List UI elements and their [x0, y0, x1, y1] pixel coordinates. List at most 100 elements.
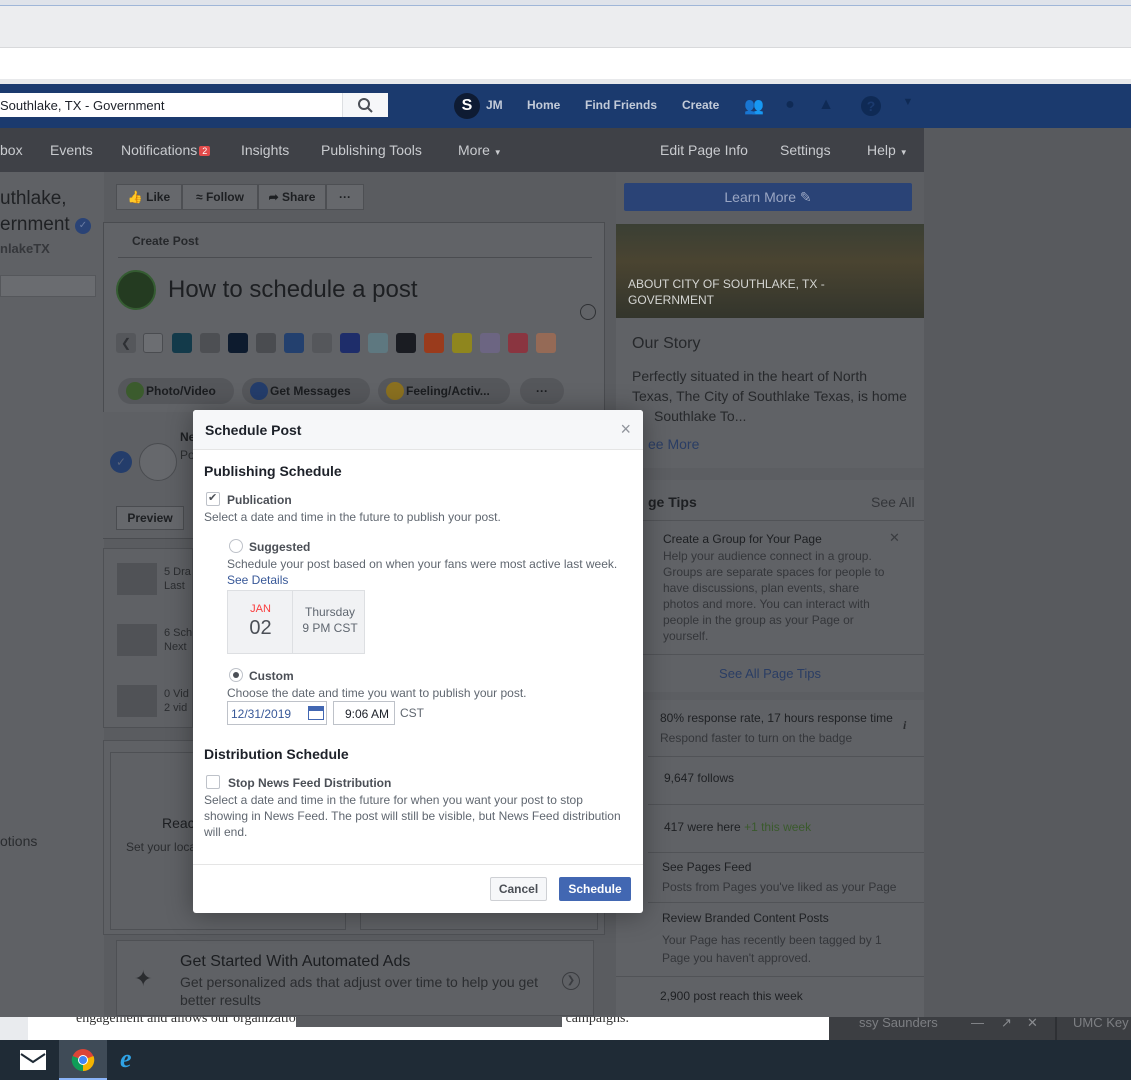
see-more-link[interactable]: ee More — [648, 436, 699, 452]
follow-button[interactable]: ≈ Follow — [182, 184, 258, 210]
suggested-radio[interactable] — [229, 539, 243, 553]
left-options-fragment[interactable]: otions — [0, 833, 37, 849]
internet-explorer-icon[interactable]: e — [120, 1046, 144, 1072]
smiley-icon — [386, 382, 404, 400]
videos-count[interactable]: 0 Vid — [164, 688, 189, 700]
emoji-icon[interactable] — [580, 304, 596, 320]
custom-label[interactable]: Custom — [249, 669, 294, 683]
more-actions-button[interactable]: ··· — [326, 184, 364, 210]
chevron-right-icon[interactable]: ❯ — [562, 972, 580, 990]
like-button[interactable]: 👍 Like — [116, 184, 182, 210]
stop-news-feed-label[interactable]: Stop News Feed Distribution — [228, 776, 391, 790]
custom-radio[interactable] — [229, 668, 243, 682]
help-icon[interactable]: ? — [861, 96, 881, 116]
background-swatch[interactable] — [256, 333, 276, 353]
drafts-count[interactable]: 5 Dra — [164, 566, 191, 578]
messenger-icon[interactable]: ● — [780, 96, 800, 116]
publication-checkbox[interactable] — [206, 491, 220, 506]
tab-insights[interactable]: Insights — [241, 142, 289, 158]
publication-description: Select a date and time in the future to … — [204, 510, 501, 524]
learn-more-button[interactable]: Learn More ✎ — [624, 183, 912, 211]
chat-expand-icon[interactable]: ↗ — [1001, 1015, 1012, 1031]
tip-title[interactable]: Create a Group for Your Page — [663, 532, 822, 546]
tab-events[interactable]: Events — [50, 142, 93, 158]
background-swatch[interactable] — [228, 333, 248, 353]
see-details-link[interactable]: See Details — [227, 573, 288, 587]
cancel-button[interactable]: Cancel — [490, 877, 547, 901]
mail-icon[interactable] — [20, 1050, 46, 1070]
left-action-box[interactable] — [0, 275, 96, 297]
chat-close-icon[interactable]: ✕ — [1027, 1015, 1038, 1031]
notifications-icon[interactable]: ▲ — [816, 96, 836, 116]
close-icon[interactable]: × — [620, 420, 631, 438]
chat-tab-name-2[interactable]: UMC Key — [1073, 1015, 1129, 1030]
post-text-input[interactable]: How to schedule a post — [168, 276, 417, 304]
edit-page-info[interactable]: Edit Page Info — [660, 142, 748, 158]
chat-minimize-icon[interactable]: — — [971, 1015, 984, 1030]
chrome-icon[interactable] — [71, 1048, 95, 1072]
profile-avatar[interactable]: S — [454, 93, 480, 119]
tab-notifications[interactable]: Notifications 2 — [121, 142, 211, 158]
background-swatch[interactable] — [172, 333, 192, 353]
account-menu-icon[interactable]: ▼ — [898, 96, 918, 116]
background-swatch[interactable] — [368, 333, 388, 353]
suggested-time-card[interactable]: JAN 02 Thursday 9 PM CST — [227, 590, 365, 654]
background-swatch[interactable] — [480, 333, 500, 353]
search-input[interactable]: Southlake, TX - Government — [0, 93, 388, 117]
scheduled-sub: Next — [164, 641, 187, 653]
background-swatch[interactable] — [508, 333, 528, 353]
stop-news-feed-description: Select a date and time in the future for… — [204, 793, 621, 839]
see-all-page-tips-link[interactable]: See All Page Tips — [616, 666, 924, 681]
nav-home[interactable]: Home — [527, 98, 560, 112]
background-swatch[interactable] — [312, 333, 332, 353]
about-heading[interactable]: ABOUT CITY OF SOUTHLAKE, TX - GOVERNMENT — [628, 276, 868, 308]
preview-button[interactable]: Preview — [116, 506, 184, 530]
background-swatch[interactable] — [424, 333, 444, 353]
page-help[interactable]: Help ▼ — [867, 142, 908, 158]
page-tips-see-all[interactable]: See All — [871, 494, 915, 510]
clock-icon — [117, 624, 157, 656]
time-input[interactable]: 9:06 AM — [333, 701, 395, 725]
search-button[interactable] — [342, 93, 388, 117]
see-pages-feed[interactable]: See Pages Feed — [662, 860, 751, 874]
schedule-post-dialog: Schedule Post × Publishing Schedule Publ… — [193, 410, 643, 913]
chat-tab-name[interactable]: ssy Saunders — [859, 1015, 938, 1030]
close-icon[interactable]: ✕ — [889, 530, 900, 546]
photo-video-button[interactable]: Photo/Video — [118, 378, 234, 404]
background-swatch[interactable] — [284, 333, 304, 353]
page-handle[interactable]: nlakeTX — [0, 241, 50, 256]
scheduled-count[interactable]: 6 Sch — [164, 627, 192, 639]
background-swatch[interactable] — [452, 333, 472, 353]
suggested-day: 02 — [249, 617, 272, 639]
review-branded-content[interactable]: Review Branded Content Posts — [662, 911, 829, 925]
page-settings[interactable]: Settings — [780, 142, 831, 158]
share-button[interactable]: ➦ Share — [258, 184, 326, 210]
feeling-activity-button[interactable]: Feeling/Activ... — [378, 378, 510, 404]
tab-inbox[interactable]: box — [0, 142, 23, 158]
nav-create[interactable]: Create — [682, 98, 719, 112]
tab-more[interactable]: More ▼ — [458, 142, 502, 158]
date-input[interactable]: 12/31/2019 — [227, 701, 327, 725]
info-icon[interactable]: i — [903, 718, 906, 733]
checkmark-icon[interactable]: ✓ — [110, 451, 132, 473]
friend-requests-icon[interactable]: 👥 — [744, 96, 764, 116]
more-options-button[interactable]: ··· — [520, 378, 564, 404]
background-swatch[interactable] — [396, 333, 416, 353]
response-rate: 80% response rate, 17 hours response tim… — [660, 711, 893, 725]
suggested-label[interactable]: Suggested — [249, 540, 310, 554]
publication-label[interactable]: Publication — [227, 493, 292, 507]
our-story-title: Our Story — [632, 335, 701, 352]
background-swatch[interactable] — [200, 333, 220, 353]
background-swatch[interactable] — [143, 333, 163, 353]
get-messages-button[interactable]: Get Messages — [242, 378, 370, 404]
calendar-icon[interactable] — [308, 706, 324, 720]
schedule-button[interactable]: Schedule — [559, 877, 631, 901]
background-swatch[interactable] — [536, 333, 556, 353]
user-initials[interactable]: JM — [486, 98, 503, 112]
background-swatch[interactable] — [340, 333, 360, 353]
page-help-label: Help — [867, 142, 896, 158]
stop-news-feed-checkbox[interactable] — [206, 775, 220, 789]
nav-find-friends[interactable]: Find Friends — [585, 98, 657, 112]
tab-publishing-tools[interactable]: Publishing Tools — [321, 142, 422, 158]
chevron-left-icon[interactable]: ❮ — [116, 333, 136, 353]
